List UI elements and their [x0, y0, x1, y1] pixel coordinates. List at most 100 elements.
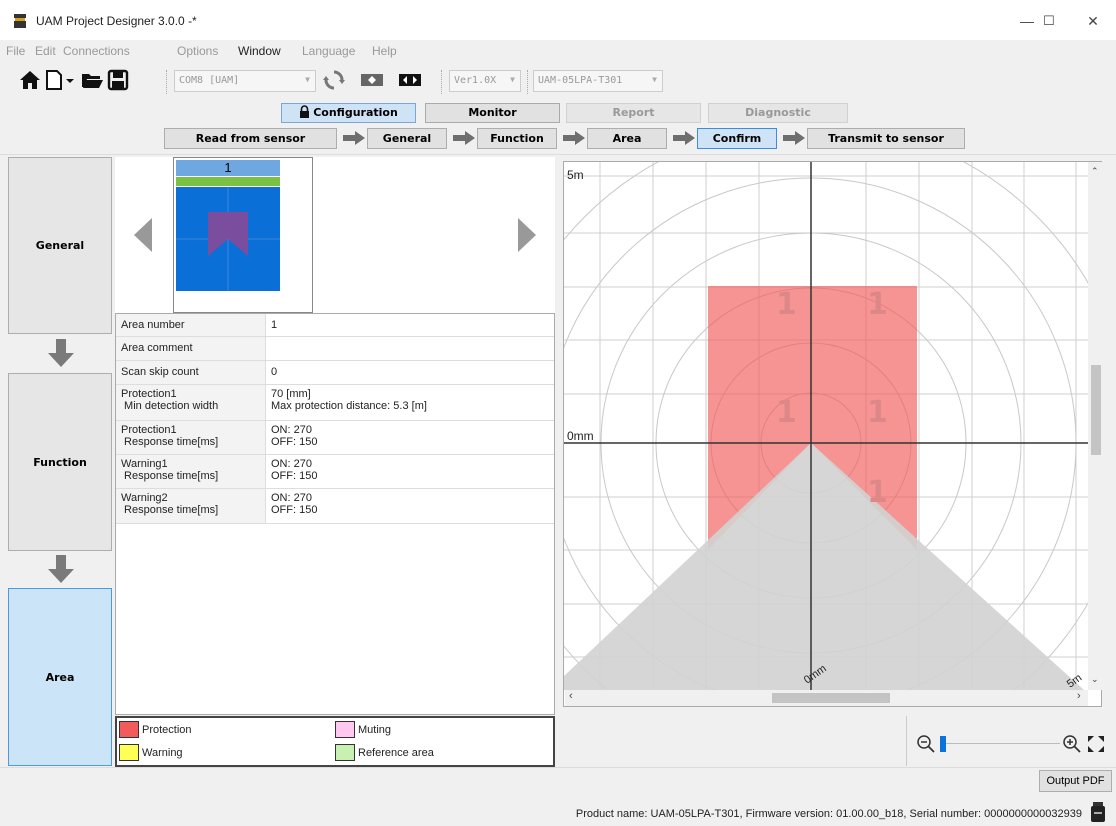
menu-help[interactable]: Help — [372, 44, 397, 58]
open-folder-icon[interactable] — [80, 68, 104, 92]
refresh-icon[interactable] — [322, 68, 346, 92]
arrow-right-icon — [453, 131, 475, 145]
property-value-line: ON: 270 — [271, 424, 312, 436]
plot-horizontal-scrollbar[interactable]: ‹ › — [565, 690, 1088, 706]
property-key-line: Response time[ms] — [121, 436, 219, 448]
output-pdf-button[interactable]: Output PDF — [1039, 770, 1112, 792]
plot-vertical-scrollbar[interactable]: ⌃ ⌄ — [1088, 162, 1104, 690]
product-info-text: Product name: UAM-05LPA-T301, Firmware v… — [575, 808, 1082, 820]
tab-configuration-label: Configuration — [313, 106, 398, 119]
toolbar: COM8 [UAM] ▼ Ver1.0X ▼ UAM-05LPA-T301 ▼ — [0, 62, 1116, 100]
menu-bar: File Edit Connections Options Window Lan… — [0, 40, 1116, 62]
side-function-button[interactable]: Function — [8, 373, 112, 551]
step-area-button[interactable]: Area — [587, 128, 667, 149]
property-key-line: Response time[ms] — [121, 504, 219, 516]
property-value-line: OFF: 150 — [271, 470, 318, 482]
side-general-label: General — [35, 239, 85, 252]
com-port-select[interactable]: COM8 [UAM] ▼ — [174, 70, 316, 92]
fit-to-screen-icon[interactable] — [1086, 734, 1106, 754]
zoom-slider-track[interactable] — [940, 743, 1060, 744]
maximize-button[interactable]: ☐ — [1034, 10, 1064, 32]
horizontal-scroll-thumb[interactable] — [772, 693, 890, 703]
property-value[interactable]: ON: 270 OFF: 150 — [271, 458, 317, 482]
menu-file[interactable]: File — [6, 44, 25, 58]
area-thumbnail-card[interactable]: 1 — [173, 157, 313, 313]
area-thumbnail-preview — [176, 187, 280, 291]
legend-swatch-muting — [335, 721, 355, 738]
step-function-button[interactable]: Function — [477, 128, 557, 149]
table-row: Scan skip count 0 — [116, 361, 554, 385]
arrow-right-icon — [673, 131, 695, 145]
area-plot-view[interactable]: 1 1 1 1 1 5m 0mm 0mm 5m — [563, 161, 1102, 707]
property-value-line: OFF: 150 — [271, 504, 318, 516]
close-button[interactable]: ✕ — [1078, 10, 1108, 32]
chevron-down-icon: ▼ — [510, 75, 515, 84]
disconnect-icon[interactable] — [360, 68, 384, 92]
scroll-up-icon[interactable]: ⌃ — [1091, 166, 1099, 177]
next-area-icon[interactable] — [516, 218, 536, 252]
menu-connections[interactable]: Connections — [63, 44, 130, 58]
area-mark-label: 1 — [867, 395, 888, 430]
property-value-line: 70 [mm] — [271, 388, 311, 400]
property-value[interactable]: ON: 270 OFF: 150 — [271, 424, 317, 448]
table-row: Protection1 Response time[ms] ON: 270 OF… — [116, 421, 554, 455]
tab-configuration[interactable]: Configuration — [281, 103, 416, 123]
property-value-line: ON: 270 — [271, 458, 312, 470]
property-value-line: ON: 270 — [271, 492, 312, 504]
property-value[interactable]: ON: 270 OFF: 150 — [271, 492, 317, 516]
chevron-down-icon: ▼ — [305, 75, 310, 84]
property-key-line: Min detection width — [121, 400, 219, 412]
tab-report: Report — [566, 103, 701, 123]
dropdown-arrow-icon[interactable] — [64, 68, 76, 92]
step-confirm-button[interactable]: Confirm — [697, 128, 777, 149]
property-value[interactable]: 1 — [271, 319, 277, 331]
scroll-down-icon[interactable]: ⌄ — [1091, 674, 1099, 685]
save-icon[interactable] — [106, 68, 130, 92]
divider — [0, 154, 1116, 155]
read-from-sensor-button[interactable]: Read from sensor — [164, 128, 337, 149]
property-value[interactable]: 0 — [271, 366, 277, 378]
arrow-down-icon — [48, 339, 74, 367]
zoom-slider-thumb[interactable] — [940, 736, 946, 752]
menu-edit[interactable]: Edit — [35, 44, 56, 58]
version-select[interactable]: Ver1.0X ▼ — [449, 70, 521, 92]
transmit-to-sensor-button[interactable]: Transmit to sensor — [807, 128, 965, 149]
toolbar-separator — [527, 70, 529, 94]
scroll-left-icon[interactable]: ‹ — [569, 690, 573, 702]
property-key-line: Warning2 — [121, 492, 168, 504]
previous-area-icon[interactable] — [134, 218, 154, 252]
zoom-out-icon[interactable] — [916, 734, 936, 754]
arrow-right-icon — [343, 131, 365, 145]
table-row: Protection1 Min detection width 70 [mm] … — [116, 385, 554, 421]
zoom-in-icon[interactable] — [1062, 734, 1082, 754]
property-key: Protection1 Response time[ms] — [116, 421, 266, 454]
connect-icon[interactable] — [398, 68, 422, 92]
tab-monitor[interactable]: Monitor — [425, 103, 560, 123]
property-value-line: Max protection distance: 5.3 [m] — [271, 400, 427, 412]
home-icon[interactable] — [18, 68, 42, 92]
property-value-line: OFF: 150 — [271, 436, 318, 448]
model-select[interactable]: UAM-05LPA-T301 ▼ — [533, 70, 663, 92]
side-function-label: Function — [33, 455, 87, 469]
axis-label-origin: 0mm — [567, 429, 594, 443]
new-file-icon[interactable] — [42, 68, 66, 92]
table-row: Warning1 Response time[ms] ON: 270 OFF: … — [116, 455, 554, 489]
legend-swatch-reference — [335, 744, 355, 761]
menu-window[interactable]: Window — [238, 44, 281, 58]
property-key: Warning2 Response time[ms] — [116, 489, 266, 523]
legend-label-reference: Reference area — [358, 747, 434, 759]
app-logo-icon — [14, 14, 26, 28]
scroll-right-icon[interactable]: › — [1077, 690, 1081, 702]
area-thumbnail-number: 1 — [176, 160, 280, 176]
side-general-button[interactable]: General — [8, 157, 112, 334]
property-value[interactable]: 70 [mm] Max protection distance: 5.3 [m] — [271, 388, 427, 412]
area-mark-label: 1 — [776, 287, 797, 322]
zoom-controls — [906, 716, 1116, 766]
legend-swatch-warning — [119, 744, 139, 761]
side-area-button[interactable]: Area — [8, 588, 112, 766]
step-general-button[interactable]: General — [367, 128, 447, 149]
menu-options[interactable]: Options — [177, 44, 218, 58]
arrow-right-icon — [563, 131, 585, 145]
menu-language[interactable]: Language — [302, 44, 355, 58]
vertical-scroll-thumb[interactable] — [1091, 365, 1101, 455]
